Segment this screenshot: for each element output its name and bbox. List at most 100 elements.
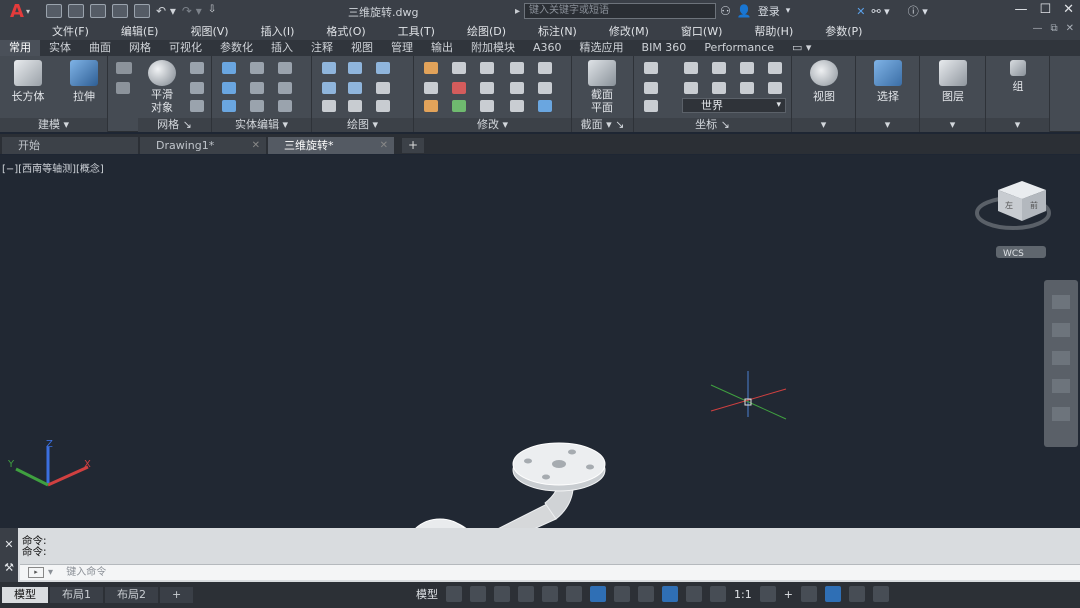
box-button[interactable]: 长方体: [8, 60, 48, 104]
group-view-expand[interactable]: ▾: [792, 118, 855, 132]
menu-view[interactable]: 视图(V): [190, 23, 228, 39]
doc-minimize-icon[interactable]: —: [1032, 23, 1042, 34]
command-input-dropdown-icon[interactable]: ▾: [48, 567, 53, 578]
line-icon[interactable]: [348, 62, 362, 74]
auto-scale-icon[interactable]: [686, 586, 702, 602]
arc-icon[interactable]: [376, 62, 390, 74]
tab-featured-apps[interactable]: 精选应用: [571, 40, 633, 56]
polyline-icon[interactable]: [322, 62, 336, 74]
tab-solid[interactable]: 实体: [40, 40, 80, 56]
spline-icon[interactable]: [322, 82, 336, 94]
ortho-icon[interactable]: [494, 586, 510, 602]
layers-button[interactable]: 图层: [933, 60, 973, 104]
close-icon[interactable]: ✕: [380, 137, 388, 154]
group-layers-expand[interactable]: ▾: [920, 118, 985, 132]
presspull-small-icon[interactable]: [116, 62, 130, 74]
annotation-scale-icon[interactable]: [710, 586, 726, 602]
grid-icon[interactable]: [446, 586, 462, 602]
layout-tab-layout1[interactable]: 布局1: [50, 587, 103, 603]
snap-icon[interactable]: [470, 586, 486, 602]
lineweight-icon[interactable]: [614, 586, 630, 602]
smooth-object-button[interactable]: 平滑 对象: [142, 60, 182, 114]
help-icon[interactable]: ⓘ ▾: [908, 3, 928, 19]
separate-icon[interactable]: [278, 100, 292, 112]
menu-params[interactable]: 参数(P): [825, 23, 862, 39]
tab-visualize[interactable]: 可视化: [160, 40, 211, 56]
navigation-bar[interactable]: [1044, 280, 1078, 447]
wcs-menu[interactable]: WCS: [996, 246, 1046, 259]
mesh-crease-icon[interactable]: [190, 100, 204, 112]
erase-icon[interactable]: [424, 100, 438, 112]
tab-surface[interactable]: 曲面: [80, 40, 120, 56]
ucs-origin-icon[interactable]: [644, 82, 658, 94]
isolate-objects-icon[interactable]: [800, 586, 817, 602]
ucs-3point-icon[interactable]: [712, 82, 726, 94]
plus-icon[interactable]: +: [784, 588, 793, 601]
stretch-icon[interactable]: [480, 82, 494, 94]
menu-file[interactable]: 文件(F): [52, 23, 89, 39]
user-icon[interactable]: 👤: [737, 4, 752, 18]
3d-rotate-icon[interactable]: [510, 82, 524, 94]
layout-tab-layout2[interactable]: 布局2: [105, 587, 158, 603]
drawing-viewport[interactable]: [−][西南等轴测][概念] Z X Y 左 前 WCS: [0, 155, 1080, 528]
new-icon[interactable]: [46, 4, 62, 18]
tab-manage[interactable]: 管理: [382, 40, 422, 56]
group-draw-label[interactable]: 绘图 ▾: [312, 118, 413, 132]
doc-tab-start[interactable]: 开始: [2, 137, 138, 154]
a360-icon[interactable]: ⚯ ▾: [871, 5, 889, 18]
group-modeling-label[interactable]: 建模 ▾: [0, 118, 107, 132]
ucs-world-dropdown[interactable]: 世界 ▾: [682, 98, 786, 113]
object-snap-tracking-icon[interactable]: [566, 586, 582, 602]
undo-icon[interactable]: ↶ ▾: [156, 4, 176, 18]
ucs-object-icon[interactable]: [768, 82, 782, 94]
tab-mesh[interactable]: 网格: [120, 40, 160, 56]
new-tab-button[interactable]: +: [402, 138, 424, 153]
menu-format[interactable]: 格式(O): [326, 23, 365, 39]
ucs-named-icon[interactable]: [644, 100, 658, 112]
clean-screen-icon[interactable]: [848, 586, 865, 602]
view-button[interactable]: 视图: [804, 60, 844, 104]
ribbon-options-icon[interactable]: ▭ ▾: [783, 40, 820, 56]
shell-icon[interactable]: [250, 100, 264, 112]
3d-mirror-icon[interactable]: [510, 100, 524, 112]
mesh-refine-icon[interactable]: [190, 82, 204, 94]
fillet-icon[interactable]: [424, 82, 438, 94]
model-space-button[interactable]: 模型: [416, 586, 438, 602]
command-input[interactable]: ▸ ▾ 键入命令: [20, 564, 1080, 580]
close-icon[interactable]: ✕: [0, 538, 18, 551]
menu-insert[interactable]: 插入(I): [261, 23, 295, 39]
ucs-z-icon[interactable]: [768, 62, 782, 74]
annotation-visibility-icon[interactable]: [662, 586, 678, 602]
search-input[interactable]: ▸ 键入关键字或短语: [515, 3, 716, 19]
wrench-icon[interactable]: ⚒: [0, 561, 18, 574]
tab-a360[interactable]: A360: [524, 40, 571, 56]
3d-align-icon[interactable]: [538, 82, 552, 94]
search-expand-icon[interactable]: ▸: [515, 5, 520, 19]
tab-home[interactable]: 常用: [0, 40, 40, 56]
group-button[interactable]: 组: [998, 60, 1038, 94]
hardware-acceleration-icon[interactable]: [824, 586, 841, 602]
fillet-edge-icon[interactable]: [278, 82, 292, 94]
doc-tab-drawing1[interactable]: Drawing1* ✕: [140, 137, 266, 154]
customize-toolbar-icon[interactable]: ⇩: [208, 4, 216, 18]
workspace-gear-icon[interactable]: [759, 586, 776, 602]
layout-tab-model[interactable]: 模型: [2, 587, 48, 603]
subtract-icon[interactable]: [222, 82, 236, 94]
select-button[interactable]: 选择: [868, 60, 908, 104]
group-mesh-label[interactable]: 网格 ↘: [138, 118, 211, 132]
ucs-x-icon[interactable]: [712, 62, 726, 74]
customize-status-icon[interactable]: [872, 586, 889, 602]
redo-icon[interactable]: ↷ ▾: [182, 4, 202, 18]
intersect-icon[interactable]: [222, 100, 236, 112]
explode-icon[interactable]: [538, 62, 552, 74]
interfere-icon[interactable]: [250, 82, 264, 94]
array-icon[interactable]: [538, 100, 552, 112]
transparency-icon[interactable]: [638, 586, 654, 602]
xline-icon[interactable]: [348, 82, 362, 94]
tab-performance[interactable]: Performance: [695, 40, 783, 56]
flange-pipe-model[interactable]: [405, 442, 606, 528]
add-layout-button[interactable]: +: [160, 587, 194, 603]
app-menu-button[interactable]: A ▾: [0, 0, 40, 22]
slice-icon[interactable]: [250, 62, 264, 74]
move-icon[interactable]: [480, 62, 494, 74]
